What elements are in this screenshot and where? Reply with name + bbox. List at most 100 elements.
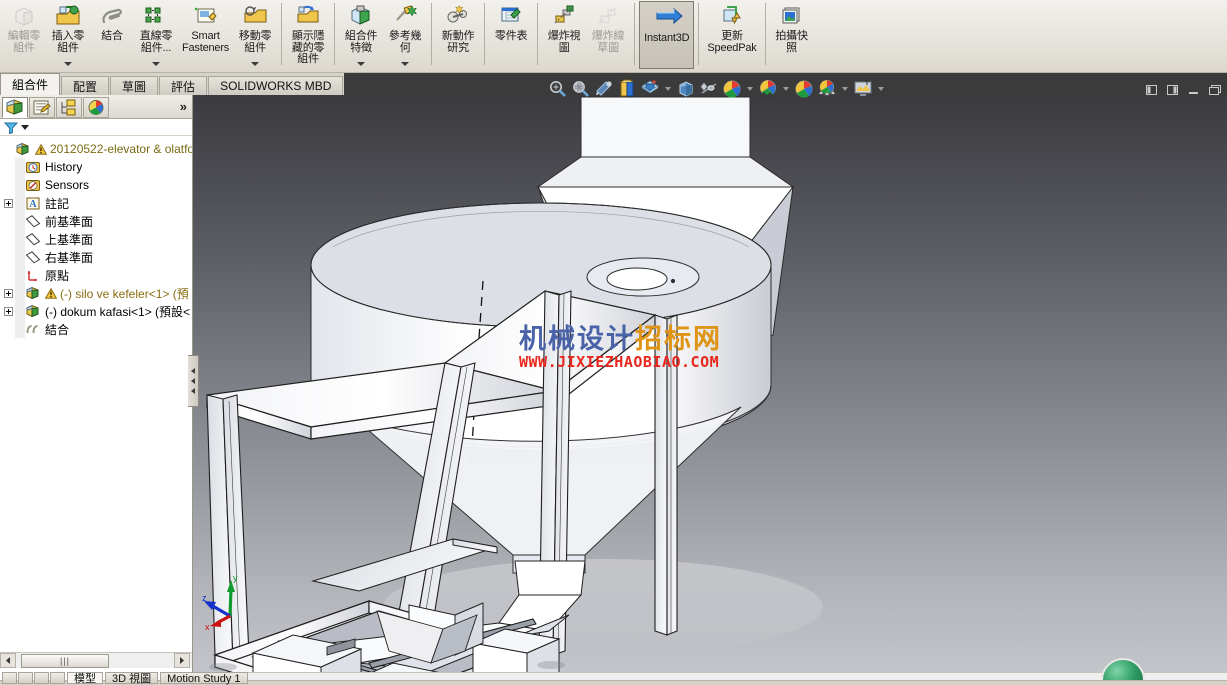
hide-show-items-icon[interactable] xyxy=(699,79,719,99)
scenes-lights-icon[interactable] xyxy=(817,79,837,99)
next-icon[interactable] xyxy=(34,672,49,684)
feature-tree-item-label: 上基準面 xyxy=(45,232,94,247)
feature-tree-item-7[interactable]: 原點 xyxy=(2,266,192,284)
ribbon-command-label: 移動零 組件 xyxy=(238,30,272,54)
fm-tab-configurationmanager[interactable] xyxy=(56,97,82,118)
chevron-down-icon[interactable] xyxy=(878,87,884,91)
chevron-down-icon[interactable] xyxy=(251,62,260,66)
feature-tree-item-3[interactable]: A 註記 xyxy=(2,194,192,212)
first-icon[interactable] xyxy=(2,672,17,684)
instant3d-icon xyxy=(653,6,683,32)
feature-tree-hscrollbar[interactable]: ||| xyxy=(0,652,192,668)
feature-tree-item-10[interactable]: 結合 xyxy=(2,320,192,338)
model-3d-view[interactable] xyxy=(193,95,1227,680)
zoom-to-area-icon[interactable] xyxy=(571,79,591,99)
display-pane-icon[interactable] xyxy=(853,79,873,99)
ribbon-tab-0[interactable]: 組合件 xyxy=(0,73,61,95)
hscroll-left-arrow[interactable] xyxy=(0,653,16,668)
ribbon-command-update-speedpak[interactable]: 更新 SpeedPak xyxy=(703,0,760,70)
restore-right-icon[interactable] xyxy=(1166,83,1179,95)
ribbon-command-instant3d[interactable]: Instant3D xyxy=(639,1,695,69)
ribbon-tab-3[interactable]: 評估 xyxy=(159,76,208,95)
expand-icon[interactable] xyxy=(4,288,13,298)
expand-icon[interactable] xyxy=(4,306,13,316)
ribbon-command-mate[interactable]: 結合 xyxy=(90,0,134,70)
exploded-view-icon xyxy=(550,4,578,30)
ribbon-command-smart-fasteners[interactable]: Smart Fasteners xyxy=(178,0,233,70)
restore-icon[interactable] xyxy=(1208,83,1221,95)
zoom-to-fit-icon[interactable] xyxy=(548,79,568,99)
section-view-icon[interactable] xyxy=(617,79,637,99)
appearances-icon[interactable] xyxy=(794,79,814,99)
ribbon-command-label: 組合件 特徵 xyxy=(344,30,378,54)
panel-splitter-handle[interactable] xyxy=(188,355,199,407)
ribbon-tab-4[interactable]: SOLIDWORKS MBD xyxy=(208,76,344,95)
ribbon-command-label: 顯示隱 藏的零 組件 xyxy=(291,30,325,65)
ribbon-command-move-component[interactable]: 移動零 組件 xyxy=(233,0,277,70)
chevron-down-icon[interactable] xyxy=(152,62,160,66)
ribbon-command-new-motion-study[interactable]: 新動作 研究 xyxy=(436,0,480,70)
tree-connector xyxy=(15,176,25,194)
graphics-area[interactable]: 机械设计招标网 WWW.JIXIEZHAOBIAO.COM y z x xyxy=(193,95,1227,680)
hscroll-thumb[interactable]: ||| xyxy=(21,653,109,668)
ribbon-command-edit-component[interactable]: 編輯零 組件 xyxy=(2,0,46,70)
fm-tab-propertymanager[interactable] xyxy=(29,97,55,118)
ribbon-command-label: 更新 SpeedPak xyxy=(707,30,757,54)
chevron-down-icon[interactable] xyxy=(783,87,789,91)
chevron-down-icon[interactable] xyxy=(747,87,753,91)
feature-manager-tabbar: » xyxy=(0,95,192,119)
view-orientation-icon[interactable] xyxy=(640,79,660,99)
previous-view-icon[interactable] xyxy=(594,79,614,99)
bottom-tab-0[interactable]: 模型 xyxy=(67,672,103,685)
feature-tree-item-4[interactable]: 前基準面 xyxy=(2,212,192,230)
apply-scene-icon[interactable] xyxy=(722,79,742,99)
chevron-down-icon[interactable] xyxy=(842,87,848,91)
bottom-tab-2[interactable]: Motion Study 1 xyxy=(160,672,248,685)
chevron-down-icon[interactable] xyxy=(357,62,366,66)
ribbon-command-show-hidden[interactable]: 顯示隱 藏的零 組件 xyxy=(286,0,330,70)
hscroll-right-arrow[interactable] xyxy=(174,653,190,668)
feature-tree-filter[interactable] xyxy=(0,119,192,136)
restore-left-icon[interactable] xyxy=(1145,83,1158,95)
last-icon[interactable] xyxy=(50,672,65,684)
view-settings-icon[interactable] xyxy=(758,79,778,99)
expand-icon[interactable] xyxy=(4,198,13,208)
ribbon-command-assembly-features[interactable]: 組合件 特徵 xyxy=(339,0,383,70)
assembly-features-icon xyxy=(347,4,375,30)
bottom-tab-bar: 模型 3D 視圖 Motion Study 1 xyxy=(0,672,248,685)
minimize-icon[interactable] xyxy=(1187,83,1200,95)
ribbon-command-take-snapshot[interactable]: 拍攝快 照 xyxy=(770,0,814,70)
ribbon-command-label: 插入零 組件 xyxy=(51,30,85,54)
chevron-down-icon[interactable] xyxy=(401,62,410,66)
chevron-down-icon[interactable] xyxy=(21,124,29,130)
ribbon-tab-1[interactable]: 配置 xyxy=(61,76,110,95)
feature-tree-item-1[interactable]: History xyxy=(2,158,192,176)
svg-text:z: z xyxy=(202,593,207,603)
bottom-tab-label: 模型 xyxy=(74,673,96,685)
feature-tree-item-6[interactable]: 右基準面 xyxy=(2,248,192,266)
display-style-icon[interactable] xyxy=(676,79,696,99)
ribbon-tab-2[interactable]: 草圖 xyxy=(110,76,159,95)
assembly-icon xyxy=(15,142,31,157)
ribbon-command-explode-line-sketch[interactable]: 爆炸線 草圖 xyxy=(586,0,630,70)
mate-icon xyxy=(98,4,126,30)
feature-tree-item-2[interactable]: Sensors xyxy=(2,176,192,194)
bottom-tab-1[interactable]: 3D 視圖 xyxy=(105,672,159,685)
fm-tab-featuremanager[interactable] xyxy=(2,97,28,118)
fm-more-tabs-button[interactable]: » xyxy=(180,99,187,114)
ribbon-command-exploded-view[interactable]: 爆炸視 圖 xyxy=(542,0,586,70)
feature-tree-item-0[interactable]: 20120522-elevator & olatfo xyxy=(2,140,192,158)
prev-icon[interactable] xyxy=(18,672,33,684)
ribbon-command-bill-of-materials[interactable]: 零件表 xyxy=(489,0,533,70)
fm-tab-displaymanager[interactable] xyxy=(83,97,109,118)
ribbon-command-reference-geometry[interactable]: 參考幾 何 xyxy=(383,0,427,70)
tree-connector xyxy=(15,302,25,320)
feature-tree-item-5[interactable]: 上基準面 xyxy=(2,230,192,248)
chevron-down-icon[interactable] xyxy=(64,62,72,66)
chevron-down-icon[interactable] xyxy=(665,87,671,91)
feature-tree-item-label: 右基準面 xyxy=(45,250,94,265)
ribbon-command-linear-pattern[interactable]: 直線零 組件... xyxy=(134,0,178,70)
ribbon-command-insert-components[interactable]: 插入零 組件 xyxy=(46,0,90,70)
feature-tree-item-8[interactable]: (-) silo ve kefeler<1> (預 xyxy=(2,284,192,302)
feature-tree-item-9[interactable]: (-) dokum kafasi<1> (預設< xyxy=(2,302,192,320)
